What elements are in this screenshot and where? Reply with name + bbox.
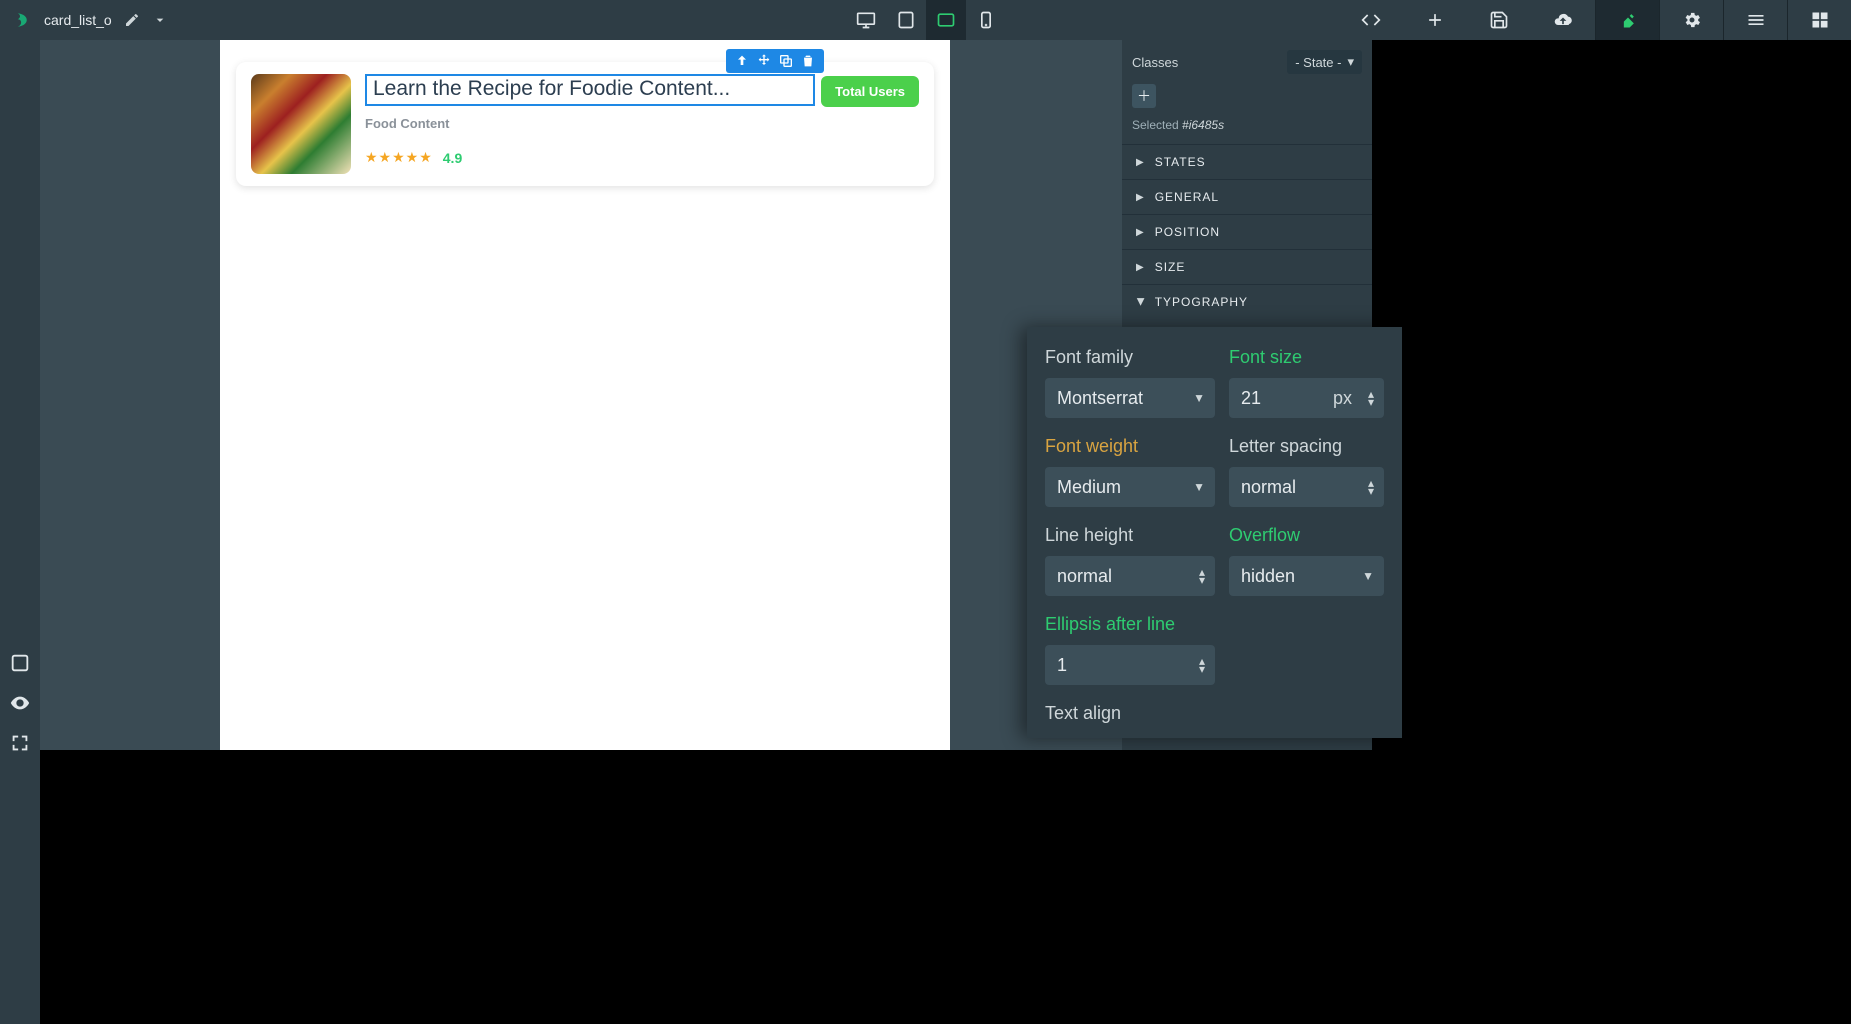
caret-right-icon: ▶ <box>1136 192 1145 203</box>
stepper-icon[interactable]: ▴▾ <box>1368 390 1374 406</box>
classes-label: Classes <box>1132 55 1178 70</box>
preview-eye-icon[interactable] <box>9 692 31 714</box>
font-weight-label: Font weight <box>1045 436 1215 457</box>
select-parent-icon[interactable] <box>734 53 750 69</box>
stepper-icon[interactable]: ▴▾ <box>1199 568 1205 584</box>
letter-spacing-input[interactable]: normal ▴▾ <box>1229 467 1384 507</box>
device-switcher <box>846 0 1006 40</box>
top-toolbar: card_list_o <box>0 0 1851 40</box>
rating-value: 4.9 <box>443 150 462 166</box>
grid-view-button[interactable] <box>1787 0 1851 40</box>
chevron-down-icon: ▼ <box>1362 569 1374 583</box>
ellipsis-value: 1 <box>1057 655 1067 676</box>
accordion-label: SIZE <box>1155 260 1186 274</box>
line-height-label: Line height <box>1045 525 1215 546</box>
state-select[interactable]: - State - ▾ <box>1287 50 1362 74</box>
file-name[interactable]: card_list_o <box>44 12 112 28</box>
code-view-button[interactable] <box>1339 0 1403 40</box>
menu-button[interactable] <box>1723 0 1787 40</box>
add-button[interactable] <box>1403 0 1467 40</box>
caret-right-icon: ▶ <box>1136 262 1145 273</box>
card-title[interactable]: Learn the Recipe for Foodie Content... <box>365 74 815 106</box>
line-height-value: normal <box>1057 566 1112 587</box>
chevron-down-icon[interactable] <box>152 12 168 28</box>
delete-icon[interactable] <box>800 53 816 69</box>
edit-icon[interactable] <box>124 12 140 28</box>
style-panel-button[interactable] <box>1595 0 1659 40</box>
fullscreen-icon[interactable] <box>9 732 31 754</box>
letter-spacing-value: normal <box>1241 477 1296 498</box>
accordion-label: POSITION <box>1155 225 1220 239</box>
stepper-icon[interactable]: ▴▾ <box>1368 479 1374 495</box>
caret-right-icon: ▶ <box>1136 227 1145 238</box>
accordion-states[interactable]: ▶ STATES <box>1122 144 1372 179</box>
text-align-label: Text align <box>1045 703 1384 724</box>
accordion-label: GENERAL <box>1155 190 1219 204</box>
device-tablet-portrait-button[interactable] <box>926 0 966 40</box>
ellipsis-label: Ellipsis after line <box>1045 614 1215 635</box>
card-list-item[interactable]: Learn the Recipe for Foodie Content... F… <box>236 62 934 186</box>
font-size-unit[interactable]: px <box>1333 388 1352 409</box>
save-button[interactable] <box>1467 0 1531 40</box>
font-weight-value: Medium <box>1057 477 1121 498</box>
star-rating-icon: ★★★★★ <box>365 149 433 166</box>
font-family-select[interactable]: Montserrat ▼ <box>1045 378 1215 418</box>
accordion-position[interactable]: ▶ POSITION <box>1122 214 1372 249</box>
state-select-value: - State - <box>1295 55 1341 70</box>
stepper-icon[interactable]: ▴▾ <box>1199 657 1205 673</box>
card-subtitle[interactable]: Food Content <box>365 116 919 131</box>
cloud-upload-button[interactable] <box>1531 0 1595 40</box>
move-icon[interactable] <box>756 53 772 69</box>
copy-icon[interactable] <box>778 53 794 69</box>
accordion-label: STATES <box>1155 155 1206 169</box>
accordion-size[interactable]: ▶ SIZE <box>1122 249 1372 284</box>
card-image[interactable] <box>251 74 351 174</box>
accordion-general[interactable]: ▶ GENERAL <box>1122 179 1372 214</box>
font-weight-select[interactable]: Medium ▼ <box>1045 467 1215 507</box>
device-tablet-landscape-button[interactable] <box>886 0 926 40</box>
accordion-label: TYPOGRAPHY <box>1155 295 1248 309</box>
selected-prefix: Selected <box>1132 118 1179 132</box>
font-family-value: Montserrat <box>1057 388 1143 409</box>
caret-right-icon: ▶ <box>1136 157 1145 168</box>
total-users-badge[interactable]: Total Users <box>821 76 919 107</box>
add-class-button[interactable]: ＋ <box>1132 84 1156 108</box>
canvas-page[interactable]: Learn the Recipe for Foodie Content... F… <box>220 40 950 750</box>
ellipsis-input[interactable]: 1 ▴▾ <box>1045 645 1215 685</box>
letter-spacing-label: Letter spacing <box>1229 436 1384 457</box>
font-size-label: Font size <box>1229 347 1384 368</box>
typography-panel: Font family Montserrat ▼ Font size px ▴▾… <box>1027 327 1402 738</box>
font-size-input[interactable]: px ▴▾ <box>1229 378 1384 418</box>
chevron-down-icon: ▼ <box>1193 391 1205 405</box>
font-family-label: Font family <box>1045 347 1215 368</box>
outline-icon[interactable] <box>9 652 31 674</box>
overflow-select[interactable]: hidden ▼ <box>1229 556 1384 596</box>
device-desktop-button[interactable] <box>846 0 886 40</box>
chevron-down-icon: ▼ <box>1193 480 1205 494</box>
selected-element-line: Selected #i6485s <box>1122 112 1372 144</box>
selection-toolbar <box>726 49 824 73</box>
canvas-viewport[interactable]: Learn the Recipe for Foodie Content... F… <box>40 40 1122 750</box>
font-size-field[interactable] <box>1241 388 1301 409</box>
chevron-down-icon: ▾ <box>1347 54 1354 70</box>
selected-id: #i6485s <box>1182 118 1224 132</box>
settings-button[interactable] <box>1659 0 1723 40</box>
line-height-input[interactable]: normal ▴▾ <box>1045 556 1215 596</box>
left-rail <box>0 40 40 1024</box>
device-mobile-button[interactable] <box>966 0 1006 40</box>
app-logo-icon <box>14 11 32 29</box>
overflow-label: Overflow <box>1229 525 1384 546</box>
caret-down-icon: ▶ <box>1135 298 1146 307</box>
accordion-typography[interactable]: ▶ TYPOGRAPHY <box>1122 284 1372 319</box>
overflow-value: hidden <box>1241 566 1295 587</box>
